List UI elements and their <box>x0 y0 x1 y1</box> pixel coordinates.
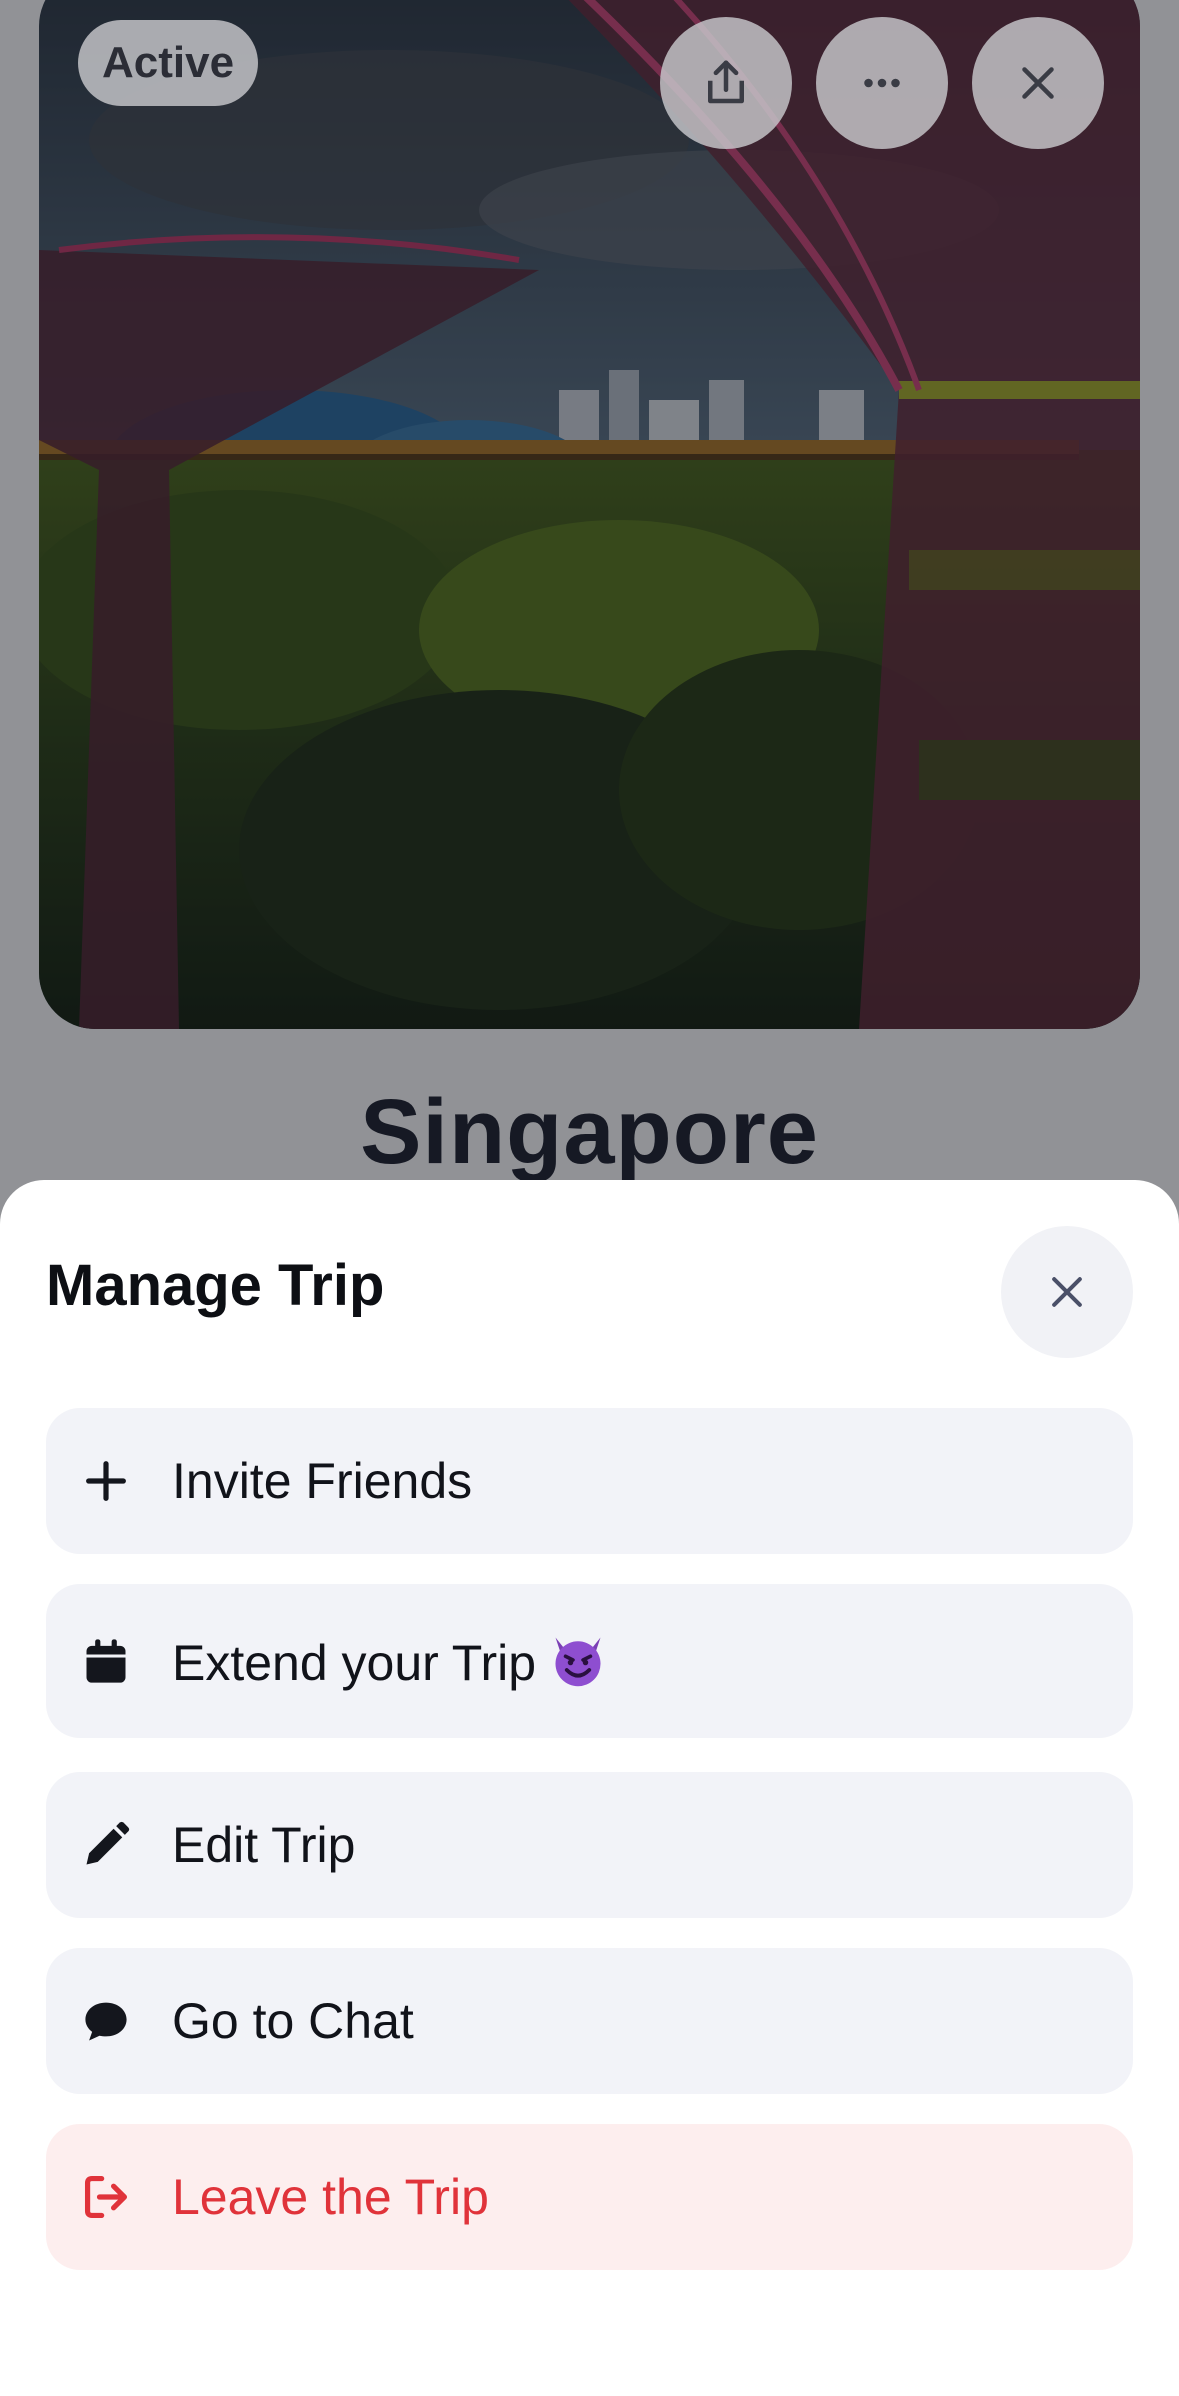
close-icon <box>1022 67 1054 99</box>
extend-trip-label: Extend your Trip <box>172 1635 537 1691</box>
pencil-icon <box>76 1815 136 1875</box>
menu-item-label: Leave the Trip <box>172 2169 489 2225</box>
ellipsis-icon <box>864 78 900 88</box>
screen: Singapore Active Manage Trip Invite Frie… <box>0 0 1179 2396</box>
chat-bubble-icon <box>76 1991 136 2051</box>
manage-trip-sheet: Manage Trip Invite Friends Extend your T… <box>0 1180 1179 2396</box>
menu-item-label: Extend your Trip <box>172 1630 608 1692</box>
more-options-button[interactable] <box>816 17 948 149</box>
leave-icon <box>76 2167 136 2227</box>
edit-trip-button[interactable]: Edit Trip <box>46 1772 1133 1918</box>
sheet-close-button[interactable] <box>1001 1226 1133 1358</box>
leave-trip-button[interactable]: Leave the Trip <box>46 2124 1133 2270</box>
menu-item-label: Go to Chat <box>172 1993 414 2049</box>
invite-friends-button[interactable]: Invite Friends <box>46 1408 1133 1554</box>
calendar-icon <box>76 1631 136 1691</box>
smiling-imp-emoji-icon <box>555 1637 601 1687</box>
plus-icon <box>76 1451 136 1511</box>
close-trip-button[interactable] <box>972 17 1104 149</box>
close-icon <box>1052 1277 1082 1307</box>
menu-item-label: Edit Trip <box>172 1817 356 1873</box>
extend-trip-button[interactable]: Extend your Trip <box>46 1584 1133 1738</box>
share-button[interactable] <box>660 17 792 149</box>
share-icon <box>708 60 744 104</box>
status-badge: Active <box>78 20 259 106</box>
go-to-chat-button[interactable]: Go to Chat <box>46 1948 1133 2094</box>
menu-item-label: Invite Friends <box>172 1453 473 1509</box>
sheet-title: Manage Trip <box>46 1253 385 1318</box>
